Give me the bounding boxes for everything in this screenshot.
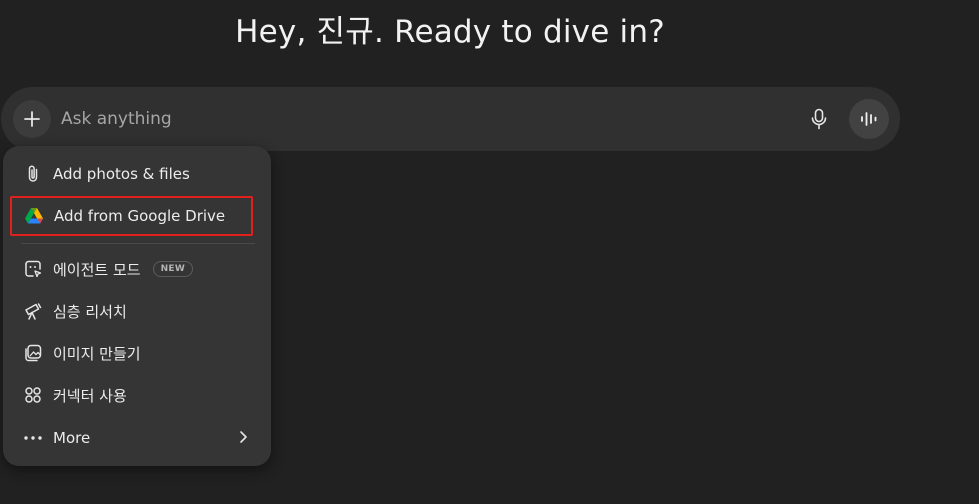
menu-item-more[interactable]: More bbox=[11, 419, 263, 457]
composer-bar bbox=[1, 87, 900, 151]
google-drive-icon bbox=[24, 206, 44, 226]
menu-item-deep-research[interactable]: 심층 리서치 bbox=[11, 292, 263, 330]
chat-page: Hey, 진규. Ready to dive in? Ask anything … bbox=[0, 0, 979, 504]
attachment-menu: Add photos & files Add from Google Drive bbox=[3, 146, 271, 466]
menu-item-add-from-google-drive[interactable]: Add from Google Drive bbox=[10, 196, 253, 236]
agent-icon bbox=[23, 259, 43, 279]
chevron-right-icon bbox=[235, 429, 251, 445]
plus-icon bbox=[24, 111, 40, 127]
menu-item-label: Add from Google Drive bbox=[54, 207, 226, 225]
menu-item-use-connectors[interactable]: 커넥터 사용 bbox=[11, 376, 263, 414]
menu-item-label: 이미지 만들기 bbox=[53, 344, 141, 363]
telescope-icon bbox=[23, 301, 43, 321]
image-icon bbox=[23, 343, 43, 363]
menu-divider bbox=[21, 243, 255, 244]
menu-item-create-image[interactable]: 이미지 만들기 bbox=[11, 334, 263, 372]
menu-item-label: 커넥터 사용 bbox=[53, 386, 127, 405]
new-badge: NEW bbox=[152, 261, 194, 277]
greeting-title: Hey, 진규. Ready to dive in? bbox=[235, 14, 665, 50]
menu-item-add-photos-files[interactable]: Add photos & files bbox=[11, 155, 263, 193]
menu-item-label: 에이전트 모드 bbox=[53, 260, 141, 279]
add-attachment-button[interactable] bbox=[13, 100, 51, 138]
microphone-icon bbox=[811, 108, 827, 130]
connectors-icon bbox=[23, 385, 43, 405]
voice-mode-button[interactable] bbox=[849, 99, 889, 139]
dictate-button[interactable] bbox=[805, 105, 833, 133]
voice-mode-icon bbox=[861, 112, 877, 126]
menu-item-agent-mode[interactable]: 에이전트 모드 NEW bbox=[11, 250, 263, 288]
menu-item-label: 심층 리서치 bbox=[53, 302, 127, 321]
menu-item-label: More bbox=[53, 429, 91, 447]
paperclip-icon bbox=[23, 164, 43, 184]
prompt-input[interactable] bbox=[61, 105, 761, 133]
menu-item-label: Add photos & files bbox=[53, 165, 190, 183]
more-dots-icon bbox=[23, 428, 43, 448]
